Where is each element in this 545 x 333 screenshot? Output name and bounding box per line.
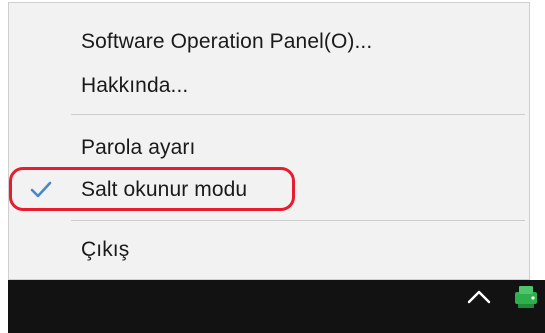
menu-item-about[interactable]: Hakkında... bbox=[9, 67, 529, 105]
screen: Software Operation Panel(O)... Hakkında.… bbox=[0, 0, 545, 333]
menu-item-label: Software Operation Panel(O)... bbox=[81, 30, 373, 53]
menu-item-software-operation-panel[interactable]: Software Operation Panel(O)... bbox=[9, 23, 529, 61]
menu-separator bbox=[71, 114, 525, 115]
menu-item-read-only-mode[interactable]: Salt okunur modu bbox=[9, 171, 529, 209]
taskbar bbox=[8, 280, 545, 333]
menu-item-exit[interactable]: Çıkış bbox=[9, 231, 529, 269]
context-menu: Software Operation Panel(O)... Hakkında.… bbox=[8, 2, 530, 280]
checkmark-icon bbox=[30, 181, 52, 198]
menu-item-label: Hakkında... bbox=[81, 74, 189, 97]
menu-item-label: Parola ayarı bbox=[81, 136, 196, 159]
menu-item-password-settings[interactable]: Parola ayarı bbox=[9, 129, 529, 167]
menu-item-label: Salt okunur modu bbox=[81, 178, 248, 201]
menu-separator bbox=[71, 220, 525, 221]
chevron-up-icon[interactable] bbox=[466, 288, 492, 306]
scanner-tray-icon[interactable] bbox=[511, 282, 541, 312]
menu-item-label: Çıkış bbox=[81, 238, 130, 261]
